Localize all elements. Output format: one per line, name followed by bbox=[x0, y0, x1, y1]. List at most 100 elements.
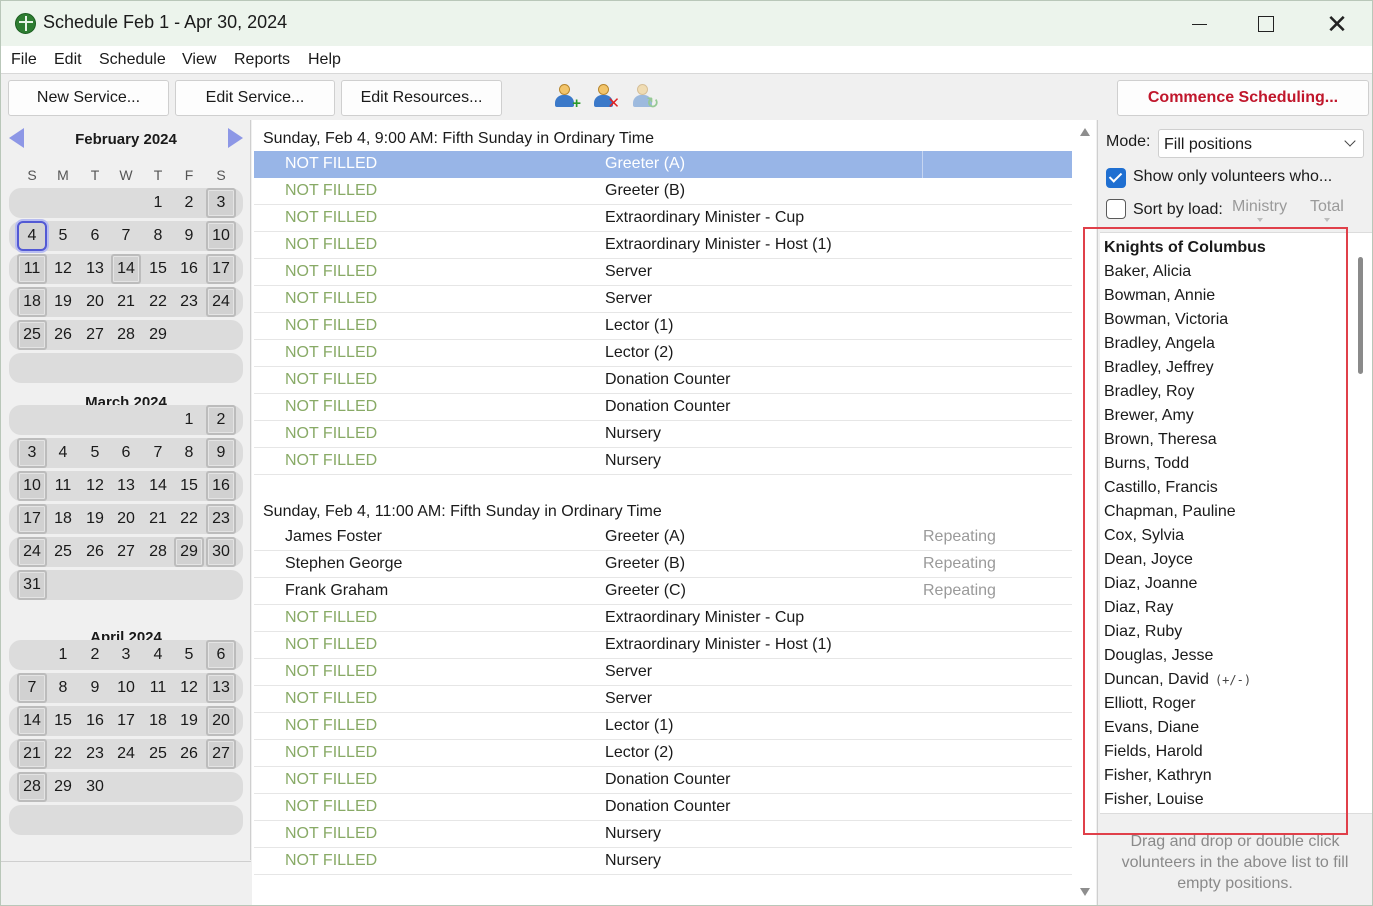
calendar-day[interactable]: 10 bbox=[206, 221, 236, 251]
calendar-day[interactable]: 2 bbox=[174, 188, 204, 218]
list-item[interactable]: Bowman, Victoria bbox=[1104, 311, 1228, 329]
table-row[interactable]: NOT FILLED Extraordinary Minister - Host … bbox=[254, 232, 1072, 259]
swap-person-icon[interactable]: ↻ bbox=[629, 83, 659, 111]
calendar-day[interactable]: 14 bbox=[111, 254, 141, 284]
calendar-day[interactable]: 21 bbox=[143, 504, 173, 534]
calendar-day[interactable]: 15 bbox=[48, 706, 78, 736]
list-item[interactable]: Bradley, Angela bbox=[1104, 335, 1215, 353]
list-item[interactable]: Bradley, Jeffrey bbox=[1104, 359, 1214, 377]
calendar-day[interactable]: 23 bbox=[174, 287, 204, 317]
calendar-day[interactable]: 17 bbox=[17, 504, 47, 534]
calendar-day[interactable]: 24 bbox=[111, 739, 141, 769]
edit-service-button[interactable]: Edit Service... bbox=[175, 80, 335, 116]
table-row[interactable]: NOT FILLED Lector (2) bbox=[254, 740, 1072, 767]
sort-by-load-label[interactable]: Sort by load: bbox=[1133, 201, 1223, 219]
table-row[interactable]: NOT FILLED Extraordinary Minister - Cup bbox=[254, 605, 1072, 632]
sort-ministry-header[interactable]: Ministry bbox=[1232, 198, 1287, 222]
list-item[interactable]: Evans, Diane bbox=[1104, 719, 1199, 737]
maximize-button[interactable] bbox=[1238, 7, 1294, 41]
calendar-day[interactable]: 18 bbox=[17, 287, 47, 317]
calendar-day[interactable]: 9 bbox=[206, 438, 236, 468]
menu-help[interactable]: Help bbox=[308, 51, 341, 69]
calendar-day[interactable]: 17 bbox=[206, 254, 236, 284]
list-item[interactable]: Brewer, Amy bbox=[1104, 407, 1194, 425]
service-header[interactable]: Sunday, Feb 4, 9:00 AM: Fifth Sunday in … bbox=[263, 130, 654, 148]
calendar-day[interactable]: 4 bbox=[17, 221, 47, 251]
calendar-day[interactable]: 5 bbox=[80, 438, 110, 468]
table-row[interactable]: NOT FILLED Nursery bbox=[254, 448, 1072, 475]
service-header[interactable]: Sunday, Feb 4, 11:00 AM: Fifth Sunday in… bbox=[263, 503, 662, 521]
new-service-button[interactable]: New Service... bbox=[8, 80, 169, 116]
volunteer-list[interactable]: Knights of Columbus Baker, Alicia Bowman,… bbox=[1100, 232, 1372, 814]
table-row[interactable]: NOT FILLED Greeter (B) bbox=[254, 178, 1072, 205]
calendar-day[interactable]: 22 bbox=[48, 739, 78, 769]
calendar-day[interactable]: 29 bbox=[143, 320, 173, 350]
menu-file[interactable]: File bbox=[11, 51, 37, 69]
list-item[interactable]: Chapman, Pauline bbox=[1104, 503, 1236, 521]
calendar-day[interactable]: 9 bbox=[174, 221, 204, 251]
calendar-day[interactable]: 24 bbox=[17, 537, 47, 567]
calendar-day[interactable]: 23 bbox=[206, 504, 236, 534]
calendar-day[interactable]: 28 bbox=[17, 772, 47, 802]
calendar-day[interactable]: 15 bbox=[174, 471, 204, 501]
calendar-day[interactable]: 4 bbox=[143, 640, 173, 670]
table-row[interactable]: NOT FILLED Server bbox=[254, 286, 1072, 313]
calendar-day[interactable]: 1 bbox=[143, 188, 173, 218]
calendar-day[interactable]: 16 bbox=[206, 471, 236, 501]
list-item[interactable]: Elliott, Roger bbox=[1104, 695, 1196, 713]
calendar-day[interactable]: 28 bbox=[111, 320, 141, 350]
table-row[interactable]: NOT FILLED Lector (2) bbox=[254, 340, 1072, 367]
menu-view[interactable]: View bbox=[182, 51, 216, 69]
menu-edit[interactable]: Edit bbox=[54, 51, 82, 69]
minimize-button[interactable] bbox=[1171, 7, 1227, 41]
list-item[interactable]: Duncan, David (+/-) bbox=[1104, 671, 1251, 689]
calendar-day[interactable]: 6 bbox=[80, 221, 110, 251]
schedule-scrollbar[interactable] bbox=[1074, 120, 1096, 905]
list-item[interactable]: Diaz, Ruby bbox=[1104, 623, 1182, 641]
calendar-day[interactable]: 3 bbox=[206, 188, 236, 218]
table-row[interactable]: NOT FILLED Donation Counter bbox=[254, 767, 1072, 794]
calendar-day[interactable]: 4 bbox=[48, 438, 78, 468]
table-row[interactable]: NOT FILLED Donation Counter bbox=[254, 367, 1072, 394]
calendar-day[interactable]: 8 bbox=[48, 673, 78, 703]
calendar-day[interactable]: 31 bbox=[17, 570, 47, 600]
calendar-day[interactable]: 19 bbox=[174, 706, 204, 736]
menu-schedule[interactable]: Schedule bbox=[99, 51, 166, 69]
calendar-day[interactable]: 8 bbox=[174, 438, 204, 468]
table-row[interactable]: NOT FILLED Extraordinary Minister - Host … bbox=[254, 632, 1072, 659]
list-item[interactable]: Castillo, Francis bbox=[1104, 479, 1218, 497]
calendar-day[interactable]: 20 bbox=[206, 706, 236, 736]
table-row[interactable]: NOT FILLED Nursery bbox=[254, 421, 1072, 448]
calendar-day[interactable]: 5 bbox=[48, 221, 78, 251]
table-row[interactable]: NOT FILLED Nursery bbox=[254, 821, 1072, 848]
list-item[interactable]: Diaz, Ray bbox=[1104, 599, 1173, 617]
list-item[interactable]: Baker, Alicia bbox=[1104, 263, 1191, 281]
calendar-day[interactable]: 16 bbox=[80, 706, 110, 736]
volunteer-list-scroll-thumb[interactable] bbox=[1358, 257, 1363, 374]
calendar-day[interactable]: 3 bbox=[17, 438, 47, 468]
list-item[interactable]: Fields, Harold bbox=[1104, 743, 1203, 761]
calendar-day[interactable]: 26 bbox=[80, 537, 110, 567]
table-row[interactable]: NOT FILLED Nursery bbox=[254, 848, 1072, 875]
list-item[interactable]: Douglas, Jesse bbox=[1104, 647, 1213, 665]
list-item[interactable]: Bradley, Roy bbox=[1104, 383, 1194, 401]
list-item[interactable]: Fisher, Kathryn bbox=[1104, 767, 1212, 785]
schedule-list[interactable]: Sunday, Feb 4, 9:00 AM: Fifth Sunday in … bbox=[252, 120, 1074, 905]
calendar-day[interactable]: 26 bbox=[48, 320, 78, 350]
remove-person-icon[interactable]: ✕ bbox=[590, 83, 620, 111]
show-only-label[interactable]: Show only volunteers who... bbox=[1133, 168, 1332, 186]
calendar-day[interactable]: 22 bbox=[174, 504, 204, 534]
calendar-day[interactable]: 11 bbox=[17, 254, 47, 284]
calendar-day[interactable]: 20 bbox=[111, 504, 141, 534]
calendar-day[interactable]: 19 bbox=[48, 287, 78, 317]
calendar-day[interactable]: 5 bbox=[174, 640, 204, 670]
table-row[interactable]: NOT FILLED Lector (1) bbox=[254, 713, 1072, 740]
calendar-day[interactable]: 12 bbox=[80, 471, 110, 501]
show-only-checkbox[interactable] bbox=[1106, 168, 1126, 188]
calendar-day[interactable]: 2 bbox=[206, 405, 236, 435]
calendar-day[interactable]: 27 bbox=[111, 537, 141, 567]
table-row[interactable]: NOT FILLED Donation Counter bbox=[254, 394, 1072, 421]
calendar-day[interactable]: 11 bbox=[48, 471, 78, 501]
calendar-day[interactable]: 14 bbox=[17, 706, 47, 736]
calendar-day[interactable]: 7 bbox=[17, 673, 47, 703]
